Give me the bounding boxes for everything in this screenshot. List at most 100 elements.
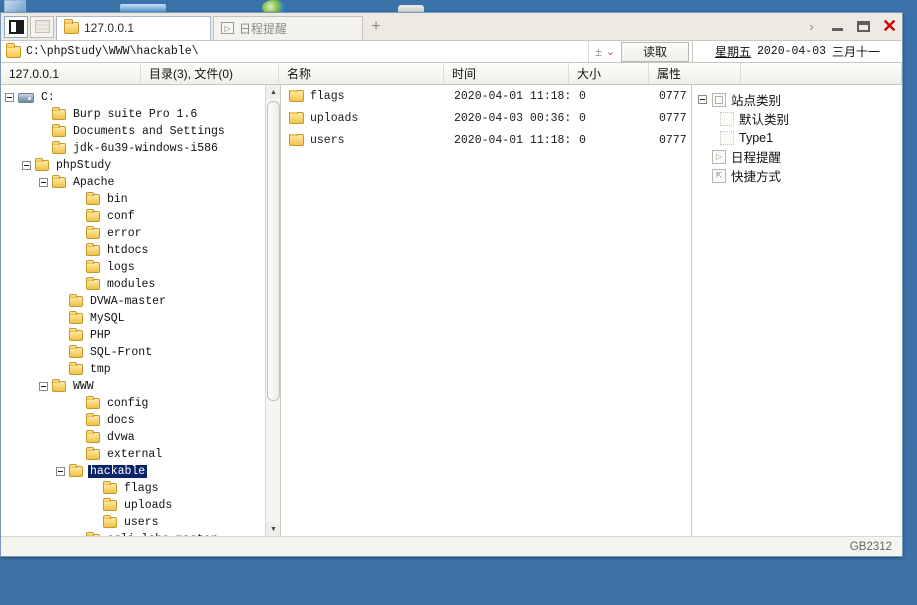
header-attr[interactable]: 属性 — [649, 63, 741, 84]
folder-icon — [69, 362, 83, 375]
table-row[interactable]: users 2020-04-01 11:18:29 0 0777 — [281, 129, 691, 151]
chevron-right-icon[interactable]: › — [803, 18, 820, 35]
tree-node[interactable]: external — [1, 446, 280, 463]
address-bar: C:\phpStudy\WWW\hackable\ ± ⌄ 读取 星期五 202… — [1, 41, 902, 63]
folder-icon — [69, 328, 83, 341]
folder-icon — [86, 260, 100, 273]
scroll-down-arrow[interactable]: ▼ — [266, 522, 280, 536]
tab-label: 127.0.0.1 — [84, 21, 135, 35]
tree-node-label: sqli-labs-master — [105, 533, 219, 536]
folder-icon — [86, 192, 100, 205]
shortcut-icon: ⇱ — [712, 168, 726, 183]
tree-node[interactable]: modules — [1, 276, 280, 293]
tree-node-label: logs — [107, 261, 135, 274]
tree-node[interactable]: PHP — [1, 327, 280, 344]
tree-node-label: hackable — [88, 465, 148, 478]
collapse-icon[interactable] — [698, 95, 707, 104]
chevron-down-icon[interactable]: ⌄ — [606, 45, 615, 58]
tree-node-label: bin — [107, 193, 128, 206]
header-time[interactable]: 时间 — [444, 63, 569, 84]
tree-node[interactable]: C: — [1, 89, 280, 106]
tree-node[interactable]: dvwa — [1, 429, 280, 446]
collapse-icon[interactable] — [39, 382, 48, 391]
header-name[interactable]: 名称 — [279, 63, 444, 84]
category-tree-node[interactable]: ⇱ 快捷方式 — [698, 166, 902, 185]
grid-view-button[interactable] — [30, 15, 54, 38]
tree-node[interactable]: jdk-6u39-windows-i586 — [1, 140, 280, 157]
header-size[interactable]: 大小 — [569, 63, 649, 84]
category-tree-node[interactable]: 默认类别 — [698, 109, 902, 128]
folder-icon — [86, 532, 100, 536]
address-path-text: C:\phpStudy\WWW\hackable\ — [26, 45, 199, 58]
tree-node[interactable]: users — [1, 514, 280, 531]
folder-icon — [69, 345, 83, 358]
tree-node-label: PHP — [90, 329, 111, 342]
tab-label: 日程提醒 — [239, 21, 288, 36]
tab-schedule-reminder[interactable]: ▷ 日程提醒 — [213, 15, 363, 40]
folder-icon — [52, 175, 66, 188]
table-row[interactable]: flags 2020-04-01 11:18:29 0 0777 — [281, 85, 691, 107]
tree-node[interactable]: conf — [1, 208, 280, 225]
folder-icon — [289, 111, 304, 124]
category-tree-node[interactable]: Type1 — [698, 128, 902, 147]
tree-node[interactable]: flags — [1, 480, 280, 497]
file-size-cell: 0 — [579, 89, 586, 103]
collapse-icon[interactable] — [5, 93, 14, 102]
tree-node[interactable]: error — [1, 225, 280, 242]
tree-node[interactable]: Apache — [1, 174, 280, 191]
folder-icon — [86, 209, 100, 222]
collapse-icon[interactable] — [56, 467, 65, 476]
tree-node[interactable]: Burp suite Pro 1.6 — [1, 106, 280, 123]
tree-node[interactable]: tmp — [1, 361, 280, 378]
collapse-icon[interactable] — [22, 161, 31, 170]
tree-node[interactable]: MySQL — [1, 310, 280, 327]
tab-127-0-0-1[interactable]: 127.0.0.1 — [56, 15, 211, 40]
file-time-cell: 2020-04-03 00:36:46 — [454, 111, 571, 125]
tree-node[interactable]: docs — [1, 412, 280, 429]
collapse-icon[interactable] — [39, 178, 48, 187]
tree-node[interactable]: WWW — [1, 378, 280, 395]
folder-icon — [86, 413, 100, 426]
folder-icon — [86, 430, 100, 443]
scrollbar-thumb[interactable] — [267, 101, 280, 401]
category-node-label: 快捷方式 — [731, 170, 782, 184]
close-button[interactable]: ✕ — [881, 17, 898, 35]
tree-node[interactable]: DVWA-master — [1, 293, 280, 310]
category-tree-node[interactable]: ▷ 日程提醒 — [698, 147, 902, 166]
folder-icon — [69, 464, 83, 477]
file-attr-cell: 0777 — [659, 133, 687, 147]
tree-node[interactable]: htdocs — [1, 242, 280, 259]
new-tab-button[interactable]: + — [365, 16, 387, 38]
category-node-label: 日程提醒 — [731, 151, 782, 165]
folder-icon — [86, 277, 100, 290]
tree-node-label: htdocs — [107, 244, 149, 257]
minimize-button[interactable] — [829, 18, 846, 35]
tree-node[interactable]: phpStudy — [1, 157, 280, 174]
tree-node[interactable]: sqli-labs-master — [1, 531, 280, 536]
tree-node-label: dvwa — [107, 431, 135, 444]
tree-node[interactable]: config — [1, 395, 280, 412]
table-row[interactable]: uploads 2020-04-03 00:36:46 0 0777 — [281, 107, 691, 129]
file-list-pane: flags 2020-04-01 11:18:29 0 0777 uploads 2020… — [281, 85, 692, 536]
tree-node[interactable]: Documents and Settings — [1, 123, 280, 140]
scroll-up-arrow[interactable]: ▲ — [266, 85, 280, 99]
category-node-label: 站点类别 — [731, 94, 782, 108]
split-view-icon — [8, 19, 24, 34]
tree-node[interactable]: hackable — [1, 463, 280, 480]
tree-scrollbar[interactable]: ▲ ▼ — [265, 85, 280, 536]
split-view-button[interactable] — [4, 15, 28, 38]
read-button[interactable]: 读取 — [621, 41, 689, 62]
tree-node[interactable]: uploads — [1, 497, 280, 514]
address-input[interactable]: C:\phpStudy\WWW\hackable\ — [1, 41, 590, 62]
tree-node[interactable]: bin — [1, 191, 280, 208]
folder-icon — [86, 447, 100, 460]
category-icon — [712, 92, 726, 107]
category-tree-node[interactable]: 站点类别 — [698, 90, 902, 109]
maximize-button[interactable] — [855, 18, 872, 35]
tree-node-label: users — [124, 516, 159, 529]
tree-node-label: modules — [107, 278, 156, 291]
tree-node[interactable]: SQL-Front — [1, 344, 280, 361]
date-bar: 星期五 2020-04-03 三月十一 — [692, 41, 902, 62]
plus-minus-icon[interactable]: ± — [595, 45, 602, 59]
tree-node[interactable]: logs — [1, 259, 280, 276]
